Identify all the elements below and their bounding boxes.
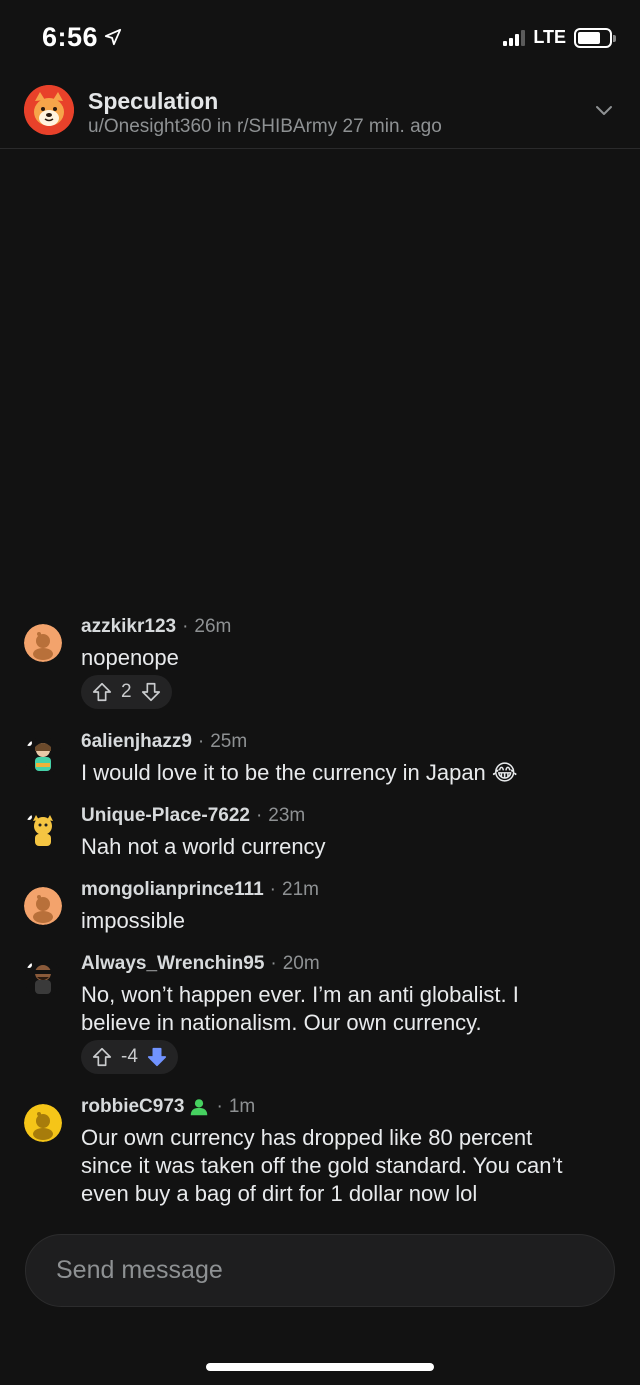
chat-subtitle[interactable]: u/Onesight360 in r/SHIBArmy 27 min. ago bbox=[88, 116, 442, 138]
online-user-icon bbox=[191, 1099, 208, 1116]
downvote-active-icon[interactable] bbox=[146, 1046, 168, 1068]
timestamp: 1m bbox=[228, 1096, 256, 1117]
home-indicator[interactable] bbox=[206, 1363, 434, 1371]
separator-dot: · bbox=[269, 879, 276, 900]
battery-icon bbox=[574, 27, 616, 48]
separator-dot: · bbox=[182, 616, 189, 637]
upvote-icon[interactable] bbox=[91, 681, 113, 703]
separator-dot: · bbox=[270, 953, 277, 974]
status-time: 6:56 bbox=[42, 22, 99, 52]
screen: 6:56 LTE Speculation u/Onesight360 in r/… bbox=[0, 0, 640, 1385]
timestamp: 26m bbox=[194, 616, 232, 637]
timestamp: 25m bbox=[210, 731, 248, 752]
downvote-icon[interactable] bbox=[140, 681, 162, 703]
timestamp: 20m bbox=[282, 953, 320, 974]
message-meta: Unique-Place-7622 · 23m bbox=[81, 805, 305, 827]
message-text: Our own currency has dropped like 80 per… bbox=[81, 1125, 563, 1206]
username[interactable]: Unique-Place-7622 bbox=[81, 805, 250, 827]
timestamp: 23m bbox=[268, 805, 306, 826]
location-arrow-icon bbox=[104, 28, 122, 46]
community-avatar[interactable] bbox=[24, 85, 74, 135]
message-composer[interactable] bbox=[25, 1234, 615, 1307]
username[interactable]: Always_Wrenchin95 bbox=[81, 953, 264, 975]
username[interactable]: 6alienjhazz9 bbox=[81, 731, 192, 753]
username[interactable]: robbieC973 bbox=[81, 1096, 184, 1118]
avatar[interactable] bbox=[24, 811, 62, 849]
message-text: nopenope bbox=[81, 645, 179, 670]
timestamp: 21m bbox=[282, 879, 319, 900]
shiba-icon bbox=[24, 85, 74, 135]
avatar[interactable] bbox=[24, 624, 62, 662]
message-meta: mongolianprince111 · 21m bbox=[81, 879, 319, 901]
message-meta: azzkikr123 · 26m bbox=[81, 616, 231, 638]
vote-count: -4 bbox=[121, 1046, 138, 1067]
separator-dot: · bbox=[197, 731, 205, 752]
signal-icon bbox=[503, 29, 526, 46]
username[interactable]: azzkikr123 bbox=[81, 616, 176, 638]
message-meta: Always_Wrenchin95 · 20m bbox=[81, 953, 320, 975]
message-text: I would love it to be the currency in Ja… bbox=[81, 760, 518, 785]
vote-count: 2 bbox=[121, 681, 132, 702]
message-text: No, won’t happen ever. I’m an anti globa… bbox=[81, 982, 519, 1035]
chevron-down-icon[interactable] bbox=[594, 104, 614, 118]
message-text: impossible bbox=[81, 908, 185, 933]
avatar[interactable] bbox=[24, 1104, 62, 1142]
separator-dot: · bbox=[255, 805, 263, 826]
chat-title: Speculation bbox=[88, 88, 219, 114]
avatar[interactable] bbox=[24, 737, 62, 775]
message-meta: 6alienjhazz9 · 25m bbox=[81, 731, 247, 753]
separator-dot: · bbox=[216, 1096, 223, 1117]
message-meta: robbieC973 · 1m bbox=[81, 1096, 255, 1118]
message-text: Nah not a world currency bbox=[81, 834, 326, 859]
avatar[interactable] bbox=[24, 887, 62, 925]
upvote-icon[interactable] bbox=[91, 1046, 113, 1068]
username[interactable]: mongolianprince111 bbox=[81, 879, 264, 901]
chat-header[interactable]: Speculation u/Onesight360 in r/SHIBArmy … bbox=[0, 78, 640, 149]
vote-bar: -4 bbox=[81, 1040, 178, 1074]
message-input[interactable] bbox=[56, 1235, 586, 1306]
network-label: LTE bbox=[533, 27, 566, 47]
status-right: LTE bbox=[503, 27, 616, 48]
avatar[interactable] bbox=[24, 959, 62, 997]
vote-bar: 2 bbox=[81, 675, 172, 709]
status-bar: 6:56 LTE bbox=[0, 0, 640, 78]
